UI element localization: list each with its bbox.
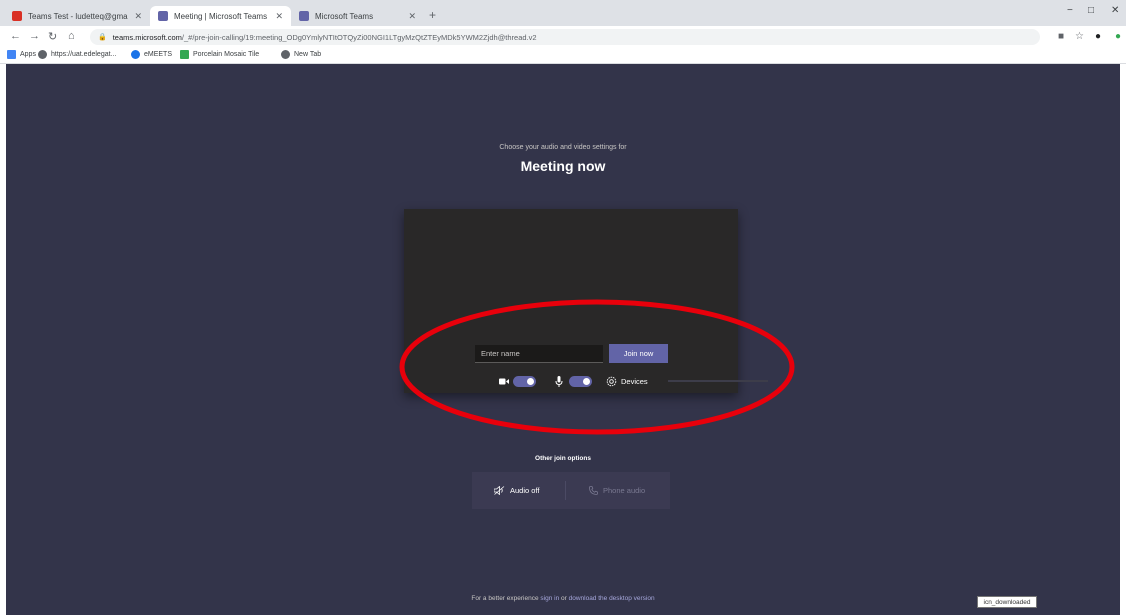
other-join-options-heading: Other join options	[535, 455, 591, 462]
restore-button[interactable]: □	[1088, 5, 1094, 16]
tab-meeting[interactable]: Meeting | Microsoft Teams ✕	[150, 6, 291, 26]
globe-icon	[281, 50, 290, 59]
gmail-icon	[12, 11, 22, 21]
reload-icon[interactable]: ↻	[48, 30, 57, 43]
browser-window: Teams Test - ludetteq@gmail.co ✕ Meeting…	[0, 0, 1126, 615]
lock-icon: 🔒	[98, 34, 107, 41]
minimize-button[interactable]: −	[1067, 5, 1073, 16]
tab-teams[interactable]: Microsoft Teams ✕	[291, 6, 424, 26]
tab-gmail[interactable]: Teams Test - ludetteq@gmail.co ✕	[4, 6, 150, 26]
teams-icon	[158, 11, 168, 21]
home-icon[interactable]: ⌂	[68, 30, 75, 42]
tab-title: Teams Test - ludetteq@gmail.co	[28, 11, 128, 21]
phone-icon	[589, 486, 598, 495]
audio-off-label: Audio off	[510, 486, 540, 495]
bookmark-label: Apps	[20, 51, 36, 58]
bookmark-apps[interactable]: Apps	[7, 50, 36, 59]
address-bar[interactable]: 🔒 teams.microsoft.com /_#/pre-join-calli…	[90, 29, 1040, 45]
other-join-options: Audio off Phone audio	[472, 472, 670, 509]
forward-icon[interactable]: →	[29, 30, 40, 42]
emeets-icon	[131, 50, 140, 59]
teams-prejoin-page: Choose your audio and video settings for…	[6, 64, 1120, 615]
speaker-off-icon	[494, 486, 505, 495]
tab-title: Microsoft Teams	[315, 11, 374, 21]
bookmarks-bar: Apps https://uat.edelegat... eMEETS Porc…	[0, 48, 1126, 64]
close-tab-icon[interactable]: ✕	[275, 11, 283, 22]
close-window-button[interactable]: ✕	[1111, 5, 1119, 16]
teams-icon	[299, 11, 309, 21]
close-tab-icon[interactable]: ✕	[408, 11, 416, 22]
bookmark-star-icon[interactable]: ☆	[1075, 31, 1084, 42]
bookmark-label: eMEETS	[144, 51, 173, 58]
footer-note: For a better experience sign in or downl…	[6, 595, 1120, 602]
sign-in-link[interactable]: sign in	[540, 595, 559, 602]
bookmark-label: New Tab	[294, 51, 322, 58]
bookmark-porcelain[interactable]: Porcelain Mosaic Tile	[180, 50, 259, 59]
globe-icon	[38, 50, 47, 59]
bookmark-newtab[interactable]: New Tab	[281, 50, 321, 59]
bookmark-uat[interactable]: https://uat.edelegat...	[38, 50, 116, 59]
profile-avatar-icon[interactable]: ●	[1095, 31, 1101, 42]
phone-audio-option[interactable]: Phone audio	[589, 472, 645, 509]
tab-title: Meeting | Microsoft Teams	[174, 11, 268, 21]
back-icon[interactable]: ←	[10, 30, 21, 42]
extension-icon[interactable]: ●	[1115, 31, 1121, 42]
annotation-circle	[399, 299, 795, 435]
bookmark-emeets[interactable]: eMEETS	[131, 50, 172, 59]
url-host: teams.microsoft.com	[112, 32, 182, 42]
download-desktop-link[interactable]: download the desktop version	[569, 595, 655, 602]
options-separator	[565, 481, 566, 500]
footer-prefix: For a better experience	[471, 595, 541, 602]
url-path: /_#/pre-join-calling/19:meeting_ODg0Ymly…	[181, 32, 537, 42]
audio-off-option[interactable]: Audio off	[494, 472, 539, 509]
footer-middle: or	[559, 595, 569, 602]
apps-grid-icon	[7, 50, 16, 59]
close-tab-icon[interactable]: ✕	[134, 11, 142, 22]
tooltip: icn_downloaded	[977, 596, 1037, 608]
browser-toolbar: ← → ↻ ⌂ 🔒 teams.microsoft.com /_#/pre-jo…	[0, 26, 1126, 48]
new-tab-button[interactable]: +	[429, 8, 436, 22]
tab-strip: Teams Test - ludetteq@gmail.co ✕ Meeting…	[0, 0, 1126, 26]
phone-audio-label: Phone audio	[603, 486, 646, 495]
camera-blocked-icon[interactable]: ■	[1058, 31, 1064, 42]
bookmark-label: https://uat.edelegat...	[51, 51, 117, 58]
bookmark-label: Porcelain Mosaic Tile	[193, 51, 260, 58]
m-logo-icon	[180, 50, 189, 59]
